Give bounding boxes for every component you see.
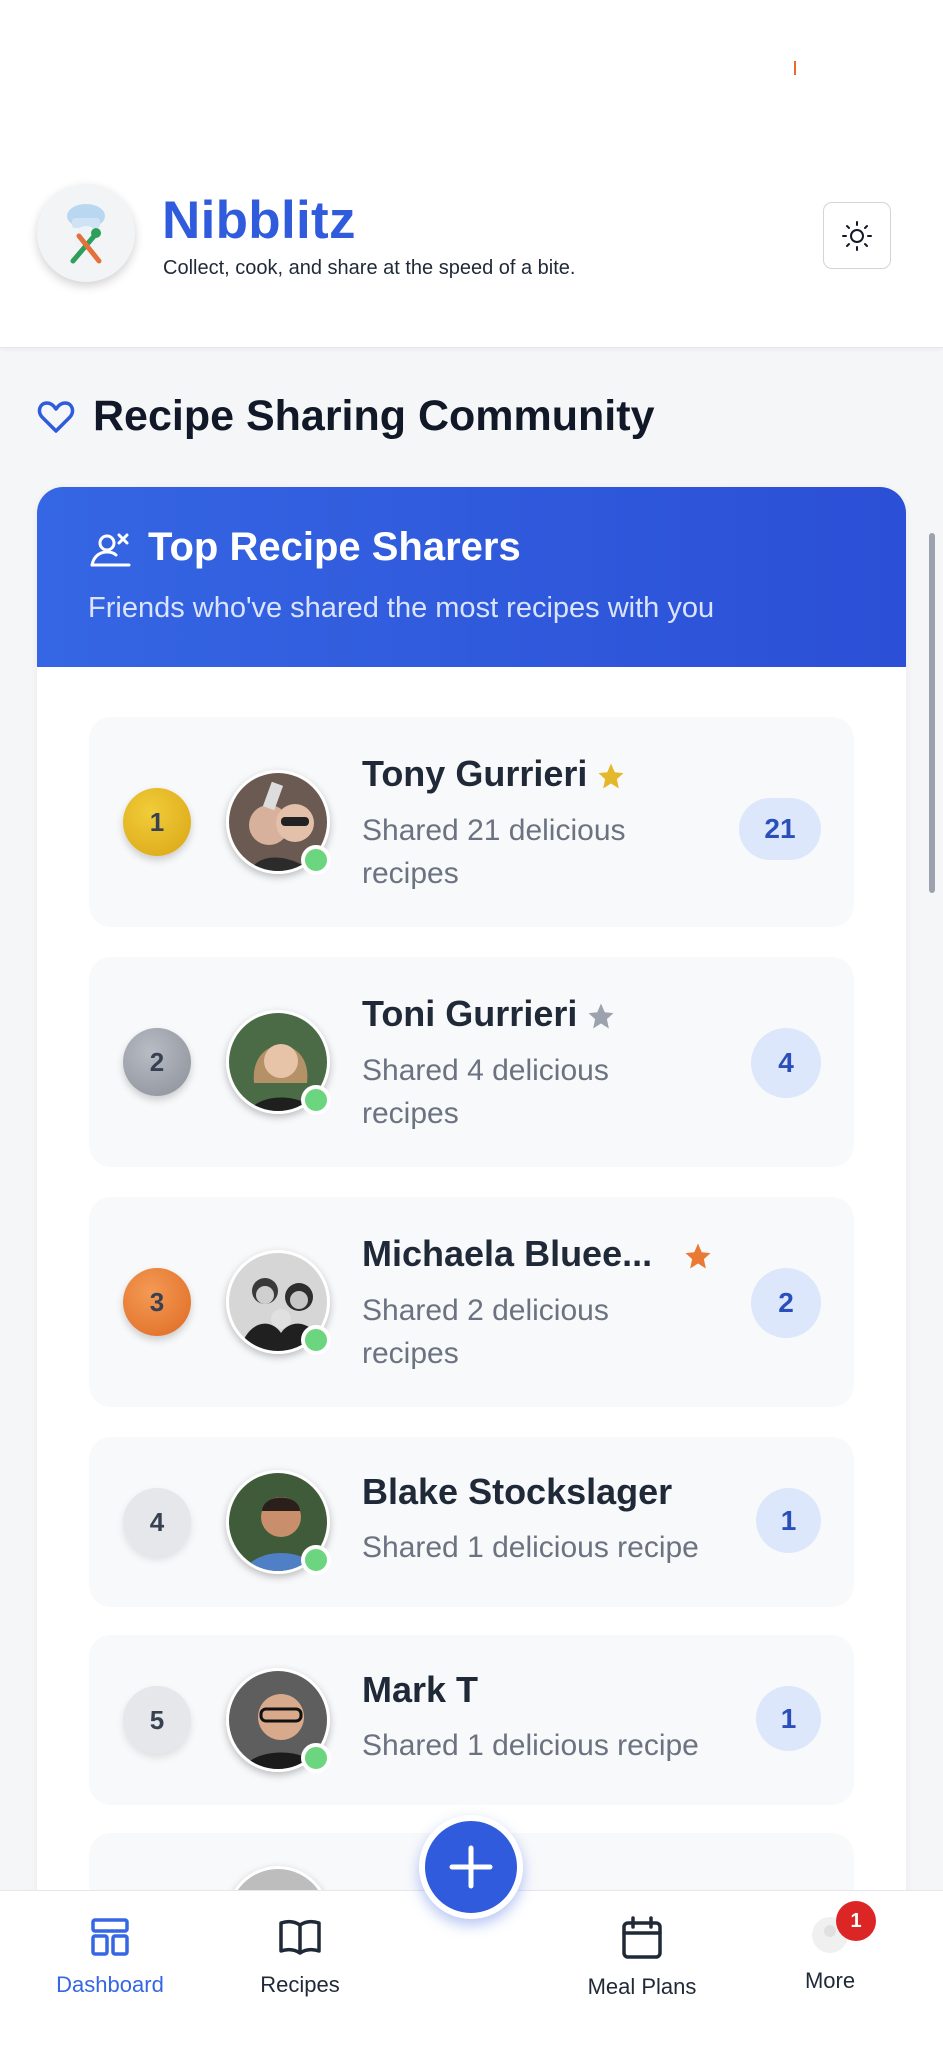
sharer-row[interactable]: 1 Tony Gurrieri Shared 21 delicious reci… bbox=[89, 717, 854, 927]
sharer-name: Toni Gurrieri bbox=[362, 993, 578, 1034]
section-title: Recipe Sharing Community bbox=[93, 392, 655, 440]
card-header: Top Recipe Sharers Friends who've shared… bbox=[37, 487, 906, 667]
avatar bbox=[226, 1668, 331, 1773]
app-header: Nibblitz Collect, cook, and share at the… bbox=[0, 0, 943, 348]
card-subtitle: Friends who've shared the most recipes w… bbox=[88, 592, 715, 624]
add-recipe-button[interactable] bbox=[419, 1815, 523, 1919]
avatar bbox=[226, 1010, 331, 1115]
recipe-count-badge: 1 bbox=[756, 1488, 821, 1553]
nav-meal-plans[interactable]: Meal Plans bbox=[582, 1915, 702, 2000]
nav-label: Recipes bbox=[260, 1972, 340, 1997]
sharer-description: Shared 21 delicious recipes bbox=[362, 809, 626, 895]
sharer-name: Blake Stockslager bbox=[362, 1471, 673, 1512]
user-share-icon bbox=[90, 533, 131, 567]
avatar bbox=[226, 1250, 331, 1355]
recipe-count-badge: 1 bbox=[756, 1686, 821, 1751]
card-title: Top Recipe Sharers bbox=[148, 525, 521, 569]
nav-dashboard[interactable]: Dashboard bbox=[50, 1915, 170, 1998]
description-line: recipes bbox=[362, 857, 459, 890]
nav-label: Dashboard bbox=[56, 1972, 164, 1997]
app-tagline: Collect, cook, and share at the speed of… bbox=[163, 257, 576, 279]
sharer-description: Shared 2 delicious recipes bbox=[362, 1289, 609, 1375]
online-status-dot bbox=[301, 1085, 331, 1115]
online-status-dot bbox=[301, 1325, 331, 1355]
avatar bbox=[226, 770, 331, 875]
app-logo bbox=[37, 184, 135, 282]
sharer-name: Tony Gurrieri bbox=[362, 753, 588, 794]
sharer-row[interactable]: 3 Michaela Bluee... Shared 2 delicious r… bbox=[89, 1197, 854, 1407]
top-sharers-card: Top Recipe Sharers Friends who've shared… bbox=[37, 487, 906, 2048]
sharer-row[interactable]: 5 Mark T Shared 1 delicious recipe 1 bbox=[89, 1635, 854, 1805]
sharer-name: Michaela Bluee... bbox=[362, 1233, 653, 1274]
description-line: Shared 2 delicious bbox=[362, 1294, 609, 1327]
sharer-row[interactable]: 4 Blake Stockslager Shared 1 delicious r… bbox=[89, 1437, 854, 1607]
description-line: Shared 21 delicious bbox=[362, 814, 626, 847]
nav-label: More bbox=[804, 1968, 856, 1993]
sun-icon bbox=[842, 220, 872, 251]
scrollbar[interactable] bbox=[929, 533, 935, 893]
sharer-description: Shared 4 delicious recipes bbox=[362, 1049, 609, 1135]
theme-toggle-button[interactable] bbox=[823, 202, 891, 269]
recipe-count-badge: 21 bbox=[739, 798, 821, 860]
rank-badge: 3 bbox=[123, 1268, 191, 1336]
chef-utensils-icon bbox=[67, 204, 105, 264]
rank-badge: 5 bbox=[123, 1686, 191, 1754]
online-status-dot bbox=[301, 1743, 331, 1773]
calendar-icon bbox=[622, 1916, 662, 1959]
description-line: recipes bbox=[362, 1337, 459, 1370]
description-line: recipes bbox=[362, 1097, 459, 1130]
sharer-description: Shared 1 delicious recipe bbox=[362, 1531, 699, 1564]
app-title: Nibblitz bbox=[162, 191, 356, 250]
star-icon bbox=[685, 1243, 711, 1269]
status-indicator bbox=[794, 61, 796, 75]
online-status-dot bbox=[301, 845, 331, 875]
nav-label: Meal Plans bbox=[587, 1974, 697, 1999]
star-icon bbox=[598, 763, 624, 789]
section-heading: Recipe Sharing Community bbox=[37, 392, 654, 441]
rank-badge: 4 bbox=[123, 1488, 191, 1556]
heart-outline-icon bbox=[37, 400, 75, 433]
open-book-icon bbox=[279, 1919, 321, 1955]
recipe-count-badge: 2 bbox=[751, 1268, 821, 1338]
avatar bbox=[226, 1470, 331, 1575]
online-status-dot bbox=[301, 1545, 331, 1575]
sharer-description: Shared 1 delicious recipe bbox=[362, 1729, 699, 1762]
recipe-count-badge: 4 bbox=[751, 1028, 821, 1098]
sharer-name: Mark T bbox=[362, 1669, 479, 1710]
sharer-row[interactable]: 2 Toni Gurrieri Shared 4 delicious recip… bbox=[89, 957, 854, 1167]
notification-badge: 1 bbox=[836, 1901, 876, 1941]
dashboard-icon bbox=[91, 1918, 129, 1956]
plus-icon bbox=[449, 1845, 493, 1889]
nav-recipes[interactable]: Recipes bbox=[240, 1915, 360, 1998]
star-icon bbox=[588, 1003, 614, 1029]
rank-badge: 2 bbox=[123, 1028, 191, 1096]
rank-badge: 1 bbox=[123, 788, 191, 856]
description-line: Shared 4 delicious bbox=[362, 1054, 609, 1087]
